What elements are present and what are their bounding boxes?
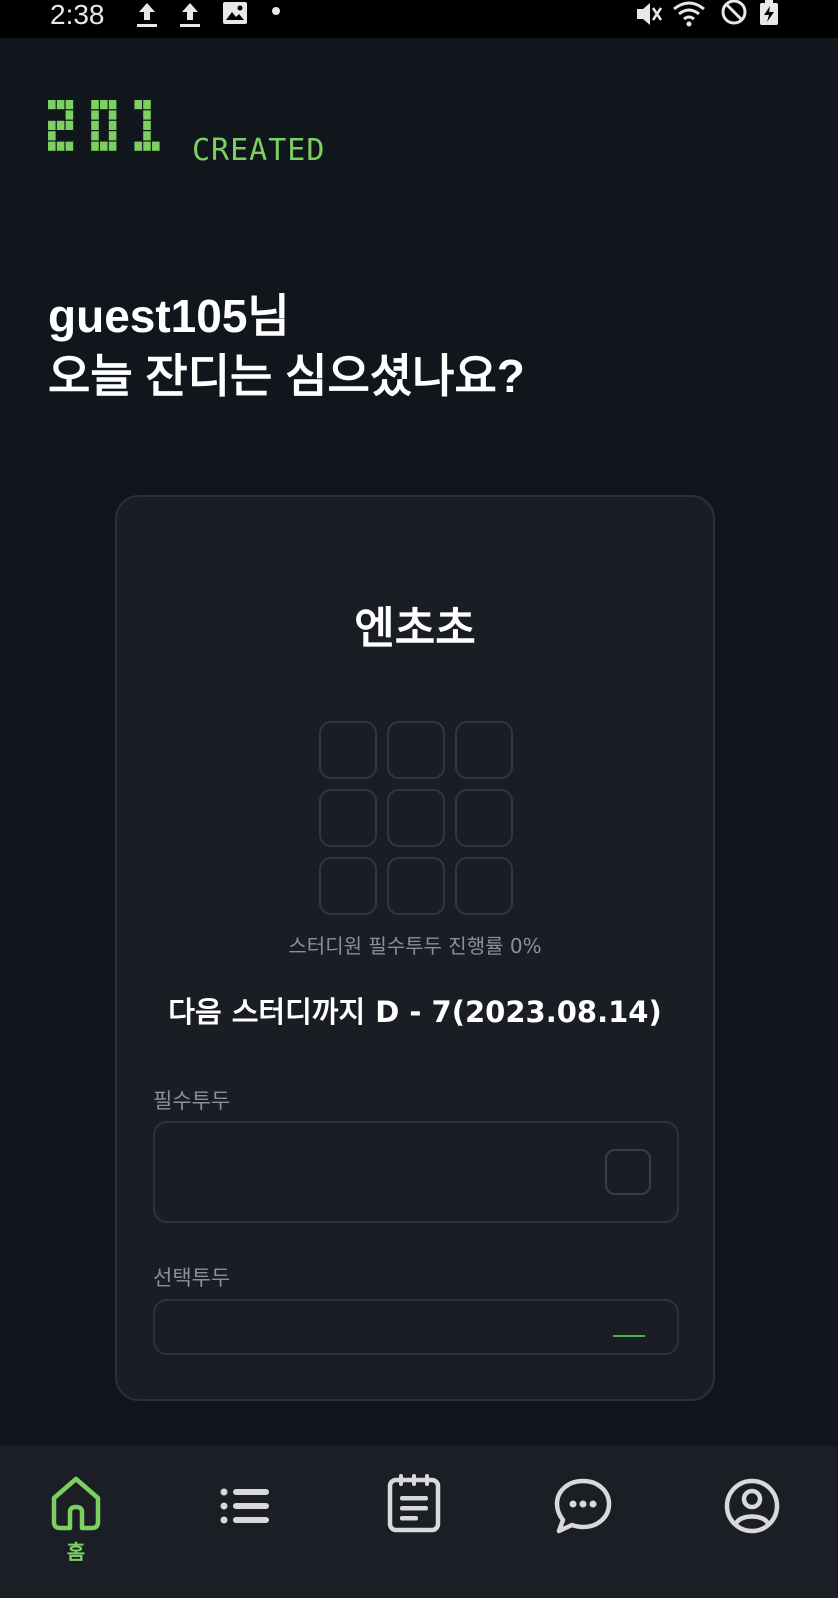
logo-pixel (48, 100, 56, 110)
logo-pixel (65, 120, 74, 130)
logo-pixel (48, 120, 56, 130)
logo-digits (48, 100, 160, 151)
dot-icon (272, 7, 280, 15)
required-todo-label: 필수투두 (153, 1089, 231, 1113)
nav-home-label: 홈 (66, 1540, 86, 1564)
optional-todo-item[interactable] (153, 1299, 679, 1355)
logo-pixel (100, 100, 108, 110)
logo-created-text: CREATED (192, 133, 326, 168)
grid-cell (387, 789, 445, 847)
required-todo-item[interactable] (153, 1121, 679, 1223)
image-icon (223, 2, 247, 24)
upload-icon (180, 3, 200, 27)
logo-pixel (48, 131, 56, 141)
logo-pixel (56, 120, 65, 130)
greeting-question: 오늘 잔디는 심으셨나요? (48, 350, 525, 402)
nav-profile[interactable] (692, 1446, 812, 1598)
logo-pixel (134, 100, 142, 110)
logo-pixel (91, 120, 99, 130)
mute-icon (637, 3, 663, 25)
logo-pixel (143, 100, 151, 110)
logo-201 (48, 100, 188, 162)
logo-pixel (65, 110, 74, 120)
logo-pixel (100, 141, 108, 151)
wifi-icon (673, 1, 705, 27)
grid-cell (455, 721, 513, 779)
grid-cell (319, 789, 377, 847)
todo-checkbox[interactable] (605, 1149, 651, 1195)
nav-list[interactable] (185, 1446, 305, 1598)
grid-cell (455, 857, 513, 915)
study-title: 엔초초 (354, 603, 476, 654)
list-icon (220, 1488, 269, 1524)
progress-text: 스터디원 필수투두 진행률 0% (288, 934, 542, 958)
logo-pixel (143, 131, 151, 141)
nav-chat[interactable] (523, 1446, 643, 1598)
logo-pixel (91, 141, 99, 151)
grid-cell (387, 857, 445, 915)
logo-pixel (108, 141, 117, 151)
greeting: guest105님 오늘 잔디는 심으셨나요? (48, 286, 525, 406)
home-icon (51, 1476, 101, 1531)
grid-cell (319, 721, 377, 779)
logo-pixel (56, 141, 65, 151)
logo-pixel (91, 100, 99, 110)
dnd-icon (721, 0, 747, 25)
logo-pixel (143, 120, 151, 130)
grid-cell (319, 857, 377, 915)
logo-pixel (108, 131, 117, 141)
logo-pixel (65, 141, 74, 151)
grid-cell (387, 721, 445, 779)
logo-pixel (143, 141, 151, 151)
logo-pixel (56, 100, 65, 110)
upload-icon (137, 3, 157, 27)
logo-pixel (108, 110, 117, 120)
nav-notepad[interactable] (354, 1446, 474, 1598)
status-bar: 2:38 (0, 0, 838, 38)
logo-pixel (152, 141, 160, 151)
nav-home[interactable]: 홈 (16, 1446, 136, 1598)
optional-todo-label: 선택투두 (153, 1266, 231, 1290)
logo-pixel (65, 100, 74, 110)
logo-pixel (91, 110, 99, 120)
status-time: 2:38 (50, 0, 105, 30)
logo-pixel (48, 141, 56, 151)
greeting-username: guest105님 (48, 290, 290, 342)
study-card[interactable]: 엔초초 스터디원 필수투두 진행률 0% 다음 스터디까지 D - 7(2023… (115, 495, 715, 1401)
logo-pixel (134, 141, 142, 151)
notepad-icon (387, 1474, 441, 1533)
battery-charging-icon (760, 0, 778, 25)
bottom-navbar: 홈 (0, 1446, 838, 1598)
logo-pixel (108, 120, 117, 130)
dday-text: 다음 스터디까지 D - 7(2023.08.14) (168, 995, 662, 1029)
profile-icon (724, 1478, 780, 1534)
logo-pixel (91, 131, 99, 141)
logo-pixel (108, 100, 117, 110)
progress-grid (319, 721, 513, 915)
input-underline (613, 1335, 645, 1337)
logo-pixel (143, 110, 151, 120)
chat-icon (554, 1478, 612, 1534)
grid-cell (455, 789, 513, 847)
